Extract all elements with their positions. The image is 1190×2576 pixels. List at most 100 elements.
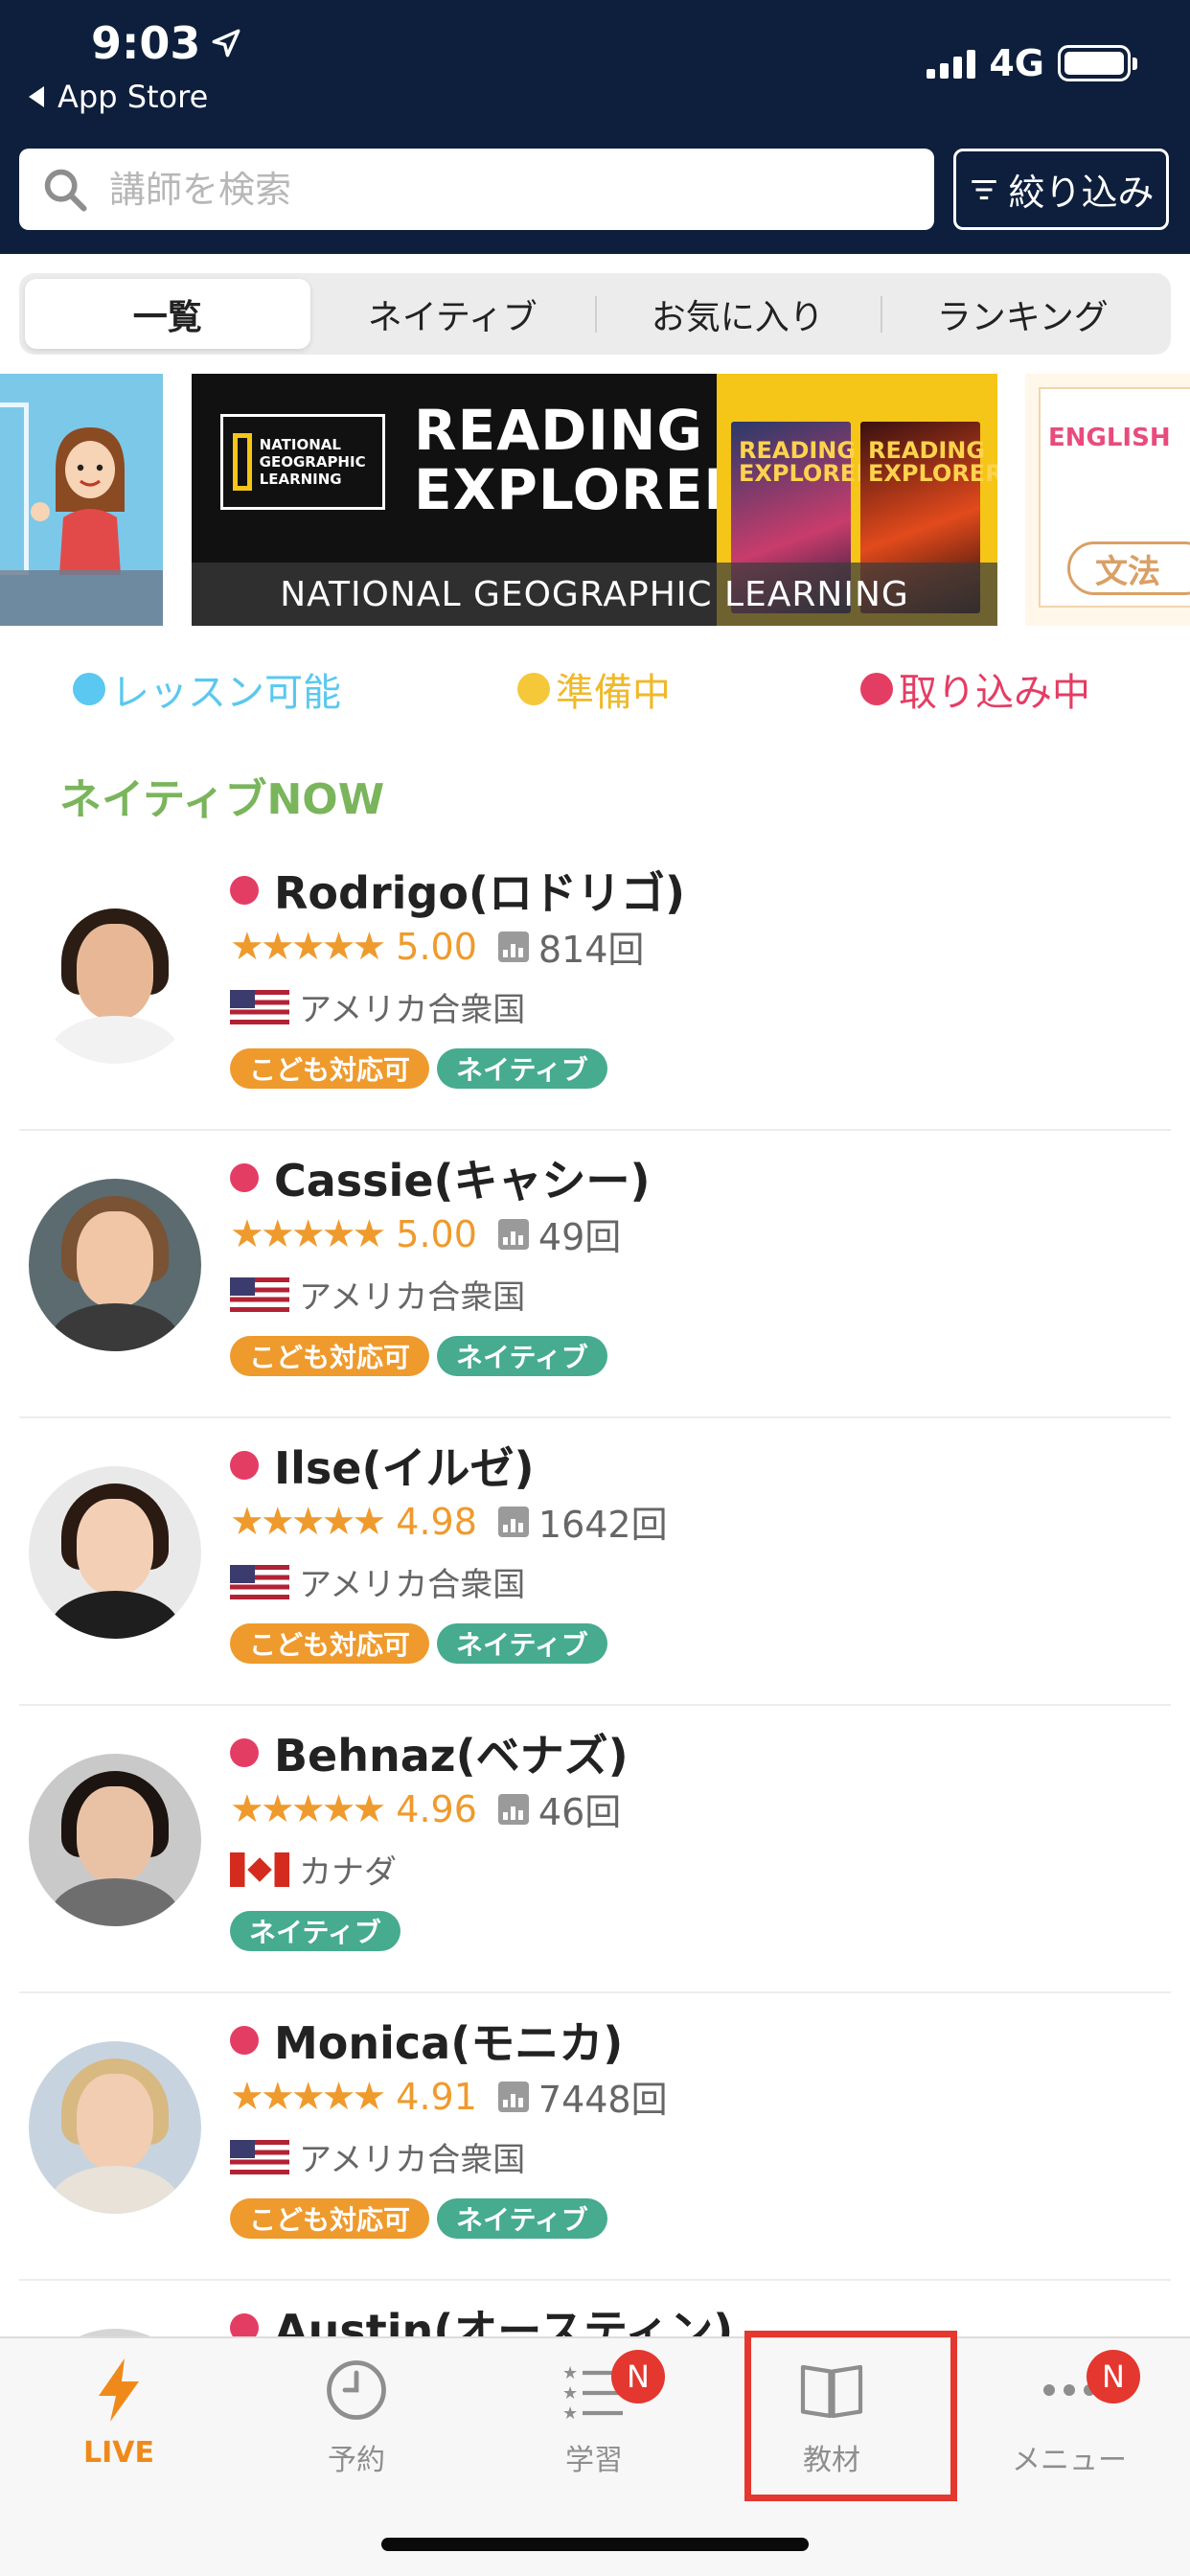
teacher-list: Rodrigo(ロドリゴ) ★★★★★ 5.00 814回 アメリカ合衆国 こど… bbox=[0, 843, 1190, 2568]
teacher-avatar bbox=[29, 1754, 201, 1926]
notification-badge: N bbox=[1087, 2350, 1140, 2404]
tab-all[interactable]: 一覧 bbox=[25, 279, 310, 349]
filter-button[interactable]: 絞り込み bbox=[953, 149, 1169, 230]
filter-icon bbox=[972, 179, 997, 199]
battery-icon bbox=[1058, 45, 1137, 81]
teacher-avatar bbox=[29, 2041, 201, 2214]
tab-ranking[interactable]: ランキング bbox=[880, 279, 1166, 349]
rating-score: 4.98 bbox=[396, 1500, 477, 1543]
bar-chart-icon bbox=[497, 1506, 529, 1537]
svg-text:★: ★ bbox=[562, 2383, 578, 2404]
country-name: カナダ bbox=[299, 1853, 397, 1892]
rating-score: 5.00 bbox=[396, 1212, 477, 1255]
kids-tag: こども対応可 bbox=[230, 2198, 430, 2239]
native-tag: ネイティブ bbox=[437, 1048, 607, 1089]
native-tag: ネイティブ bbox=[230, 1911, 400, 1951]
teacher-name: Rodrigo(ロドリゴ) bbox=[274, 867, 685, 919]
country-line: カナダ bbox=[230, 1846, 397, 1893]
back-to-app-store[interactable]: App Store bbox=[29, 79, 208, 115]
tab-favorites[interactable]: お気に入り bbox=[595, 279, 881, 349]
rating-score: 4.91 bbox=[396, 2075, 477, 2118]
teacher-name-line: Monica(モニカ) bbox=[230, 2009, 623, 2072]
status-indicators: 4G bbox=[927, 42, 1137, 84]
tag-list: こども対応可 ネイティブ bbox=[230, 1048, 607, 1089]
us-flag-icon bbox=[230, 989, 289, 1024]
tag-list: こども対応可 ネイティブ bbox=[230, 1336, 607, 1376]
teacher-name-line: Rodrigo(ロドリゴ) bbox=[230, 859, 685, 922]
teacher-row[interactable]: Rodrigo(ロドリゴ) ★★★★★ 5.00 814回 アメリカ合衆国 こど… bbox=[0, 843, 1190, 1131]
tabbar-live[interactable]: LIVE bbox=[23, 2356, 215, 2470]
status-legend: レッスン可能 準備中 取り込み中 bbox=[0, 661, 1190, 719]
rating-line: ★★★★★ 5.00 49回 bbox=[230, 1208, 621, 1260]
legend-label: レッスン可能 bbox=[111, 671, 341, 715]
teacher-name-line: Cassie(キャシー) bbox=[230, 1146, 651, 1209]
us-flag-icon bbox=[230, 1564, 289, 1599]
search-input[interactable] bbox=[109, 168, 895, 211]
kids-tag: こども対応可 bbox=[230, 1336, 430, 1376]
kids-tag: こども対応可 bbox=[230, 1623, 430, 1664]
country-name: アメリカ合衆国 bbox=[299, 2141, 526, 2179]
banner-title: READING EXPLORER bbox=[414, 398, 747, 522]
cellular-signal-icon bbox=[927, 48, 976, 79]
country-line: アメリカ合衆国 bbox=[230, 983, 525, 1030]
tag-list: ネイティブ bbox=[230, 1911, 400, 1951]
svg-text:★: ★ bbox=[562, 2363, 578, 2383]
clock-icon bbox=[327, 2360, 386, 2420]
bar-chart-icon bbox=[497, 1218, 529, 1250]
teacher-row[interactable]: Ilse(イルゼ) ★★★★★ 4.98 1642回 アメリカ合衆国 こども対応… bbox=[0, 1418, 1190, 1706]
native-tag: ネイティブ bbox=[437, 2198, 607, 2239]
tabbar-study[interactable]: ★ ★ ★ 学習 N bbox=[498, 2350, 690, 2478]
tabbar-reservations[interactable]: 予約 bbox=[261, 2356, 452, 2478]
rating-score: 4.96 bbox=[396, 1787, 477, 1830]
lightning-icon bbox=[99, 2358, 139, 2422]
native-tag: ネイティブ bbox=[437, 1336, 607, 1376]
section-title: ネイティブNOW bbox=[59, 775, 385, 824]
rating-line: ★★★★★ 4.98 1642回 bbox=[230, 1495, 668, 1548]
legend-label: 取り込み中 bbox=[899, 671, 1090, 715]
teacher-row[interactable]: Behnaz(ベナズ) ★★★★★ 4.96 46回 カナダ ネイティブ bbox=[0, 1706, 1190, 1993]
country-line: アメリカ合衆国 bbox=[230, 2133, 525, 2180]
status-dot-icon bbox=[230, 2026, 259, 2055]
us-flag-icon bbox=[230, 2139, 289, 2174]
legend-preparing: 準備中 bbox=[517, 661, 671, 717]
native-tag: ネイティブ bbox=[437, 1623, 607, 1664]
preparing-dot-icon bbox=[517, 673, 550, 705]
teacher-row[interactable]: Monica(モニカ) ★★★★★ 4.91 7448回 アメリカ合衆国 こども… bbox=[0, 1993, 1190, 2281]
star-rating-icon: ★★★★★ bbox=[230, 1786, 386, 1831]
tag-list: こども対応可 ネイティブ bbox=[230, 2198, 607, 2239]
country-name: アメリカ合衆国 bbox=[299, 1278, 526, 1317]
star-rating-icon: ★★★★★ bbox=[230, 924, 386, 969]
svg-text:★: ★ bbox=[562, 2404, 578, 2424]
status-time-text: 9:03 bbox=[91, 17, 201, 69]
banner-caption: NATIONAL GEOGRAPHIC LEARNING bbox=[192, 563, 997, 626]
tab-native[interactable]: ネイティブ bbox=[310, 279, 596, 349]
us-flag-icon bbox=[230, 1276, 289, 1312]
tabbar-menu[interactable]: メニュー N bbox=[973, 2350, 1165, 2478]
teacher-name: Monica(モニカ) bbox=[274, 2017, 624, 2069]
rating-score: 5.00 bbox=[396, 925, 477, 968]
banner-carousel[interactable]: NATIONAL GEOGRAPHIC LEARNING READING EXP… bbox=[0, 374, 1190, 628]
country-line: アメリカ合衆国 bbox=[230, 1558, 525, 1605]
search-icon bbox=[44, 169, 87, 212]
teacher-name: Behnaz(ベナズ) bbox=[274, 1730, 629, 1782]
search-box[interactable] bbox=[19, 149, 934, 230]
bar-chart-icon bbox=[497, 1793, 529, 1825]
busy-dot-icon bbox=[860, 673, 893, 705]
tabbar-label: メニュー bbox=[1012, 2444, 1127, 2477]
back-arrow-icon bbox=[29, 86, 44, 107]
national-geographic-logo: NATIONAL GEOGRAPHIC LEARNING bbox=[220, 414, 385, 510]
teacher-row[interactable]: Cassie(キャシー) ★★★★★ 5.00 49回 アメリカ合衆国 こども対… bbox=[0, 1131, 1190, 1418]
app-header: 9:03 App Store 4G 絞り込み bbox=[0, 0, 1190, 254]
filter-label: 絞り込み bbox=[1008, 172, 1155, 214]
teacher-name-line: Behnaz(ベナズ) bbox=[230, 1721, 629, 1784]
banner-reading-explorer[interactable]: NATIONAL GEOGRAPHIC LEARNING READING EXP… bbox=[192, 374, 997, 626]
tabbar-label: 学習 bbox=[565, 2444, 623, 2477]
lesson-count: 814回 bbox=[538, 929, 645, 971]
segmented-tabs: 一覧 ネイティブ お気に入り ランキング bbox=[19, 273, 1171, 355]
home-indicator[interactable] bbox=[381, 2538, 809, 2551]
banner-prev[interactable] bbox=[0, 374, 163, 626]
teacher-avatar bbox=[29, 1179, 201, 1351]
teacher-avatar bbox=[29, 891, 201, 1064]
status-dot-icon bbox=[230, 1451, 259, 1480]
banner-next[interactable]: ENGLISH 文法 bbox=[1025, 374, 1190, 626]
